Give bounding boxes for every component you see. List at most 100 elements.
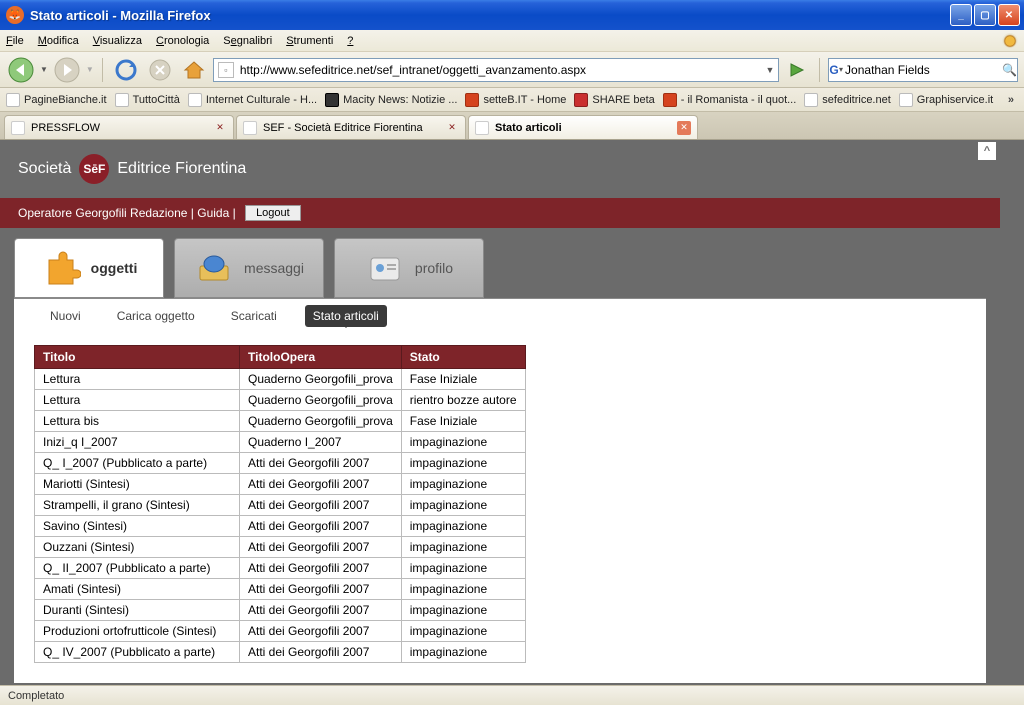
table-row[interactable]: Amati (Sintesi)Atti dei Georgofili 2007i… [35,579,526,600]
table-row[interactable]: Q_ IV_2007 (Pubblicato a parte)Atti dei … [35,642,526,663]
close-button[interactable]: ✕ [998,4,1020,26]
table-cell: Inizi_q I_2007 [35,432,240,453]
back-dropdown[interactable]: ▼ [40,65,48,74]
bookmark-item[interactable]: Graphiservice.it [899,93,993,107]
bookmarks-overflow[interactable]: » [1004,94,1018,106]
bookmark-icon [899,93,913,107]
browser-tab[interactable]: Stato articoli ✕ [468,115,698,139]
brand-text-post: Editrice Fiorentina [117,160,246,178]
tab-oggetti[interactable]: oggetti [14,238,164,298]
menu-modifica[interactable]: Modifica [38,35,79,47]
table-cell: impaginazione [401,558,525,579]
bookmark-item[interactable]: sefeditrice.net [804,93,890,107]
home-button[interactable] [179,56,209,84]
table-cell: impaginazione [401,516,525,537]
bookmark-item[interactable]: - il Romanista - il quot... [663,93,797,107]
page-viewport[interactable]: ^ Società SēF Editrice Fiorentina Operat… [0,140,1024,685]
bookmark-icon [465,93,479,107]
table-cell: Lettura [35,369,240,390]
tab-close-icon[interactable]: ✕ [213,121,227,135]
table-row[interactable]: Savino (Sintesi)Atti dei Georgofili 2007… [35,516,526,537]
guide-link[interactable]: Guida [197,206,229,220]
bookmark-item[interactable]: setteB.IT - Home [465,93,566,107]
subtab-nuovi[interactable]: Nuovi [42,305,89,327]
search-input[interactable] [843,61,1002,79]
bookmark-item[interactable]: SHARE beta [574,93,654,107]
minimize-button[interactable]: _ [950,4,972,26]
maximize-button[interactable]: ▢ [974,4,996,26]
menu-help[interactable]: ? [347,35,353,47]
menu-segnalibri[interactable]: Segnalibri [223,35,272,47]
table-cell: Savino (Sintesi) [35,516,240,537]
table-row[interactable]: Produzioni ortofrutticole (Sintesi)Atti … [35,621,526,642]
stop-button[interactable] [145,56,175,84]
search-engine-icon[interactable]: G [829,63,839,77]
tab-label: profilo [415,260,453,276]
table-cell: Atti dei Georgofili 2007 [240,516,402,537]
tab-favicon [475,121,489,135]
scroll-up-icon[interactable]: ^ [978,142,996,160]
table-row[interactable]: Q_ II_2007 (Pubblicato a parte)Atti dei … [35,558,526,579]
id-card-icon [365,248,405,288]
tab-close-icon[interactable]: ✕ [677,121,691,135]
back-button[interactable] [6,56,36,84]
forward-button[interactable] [52,56,82,84]
search-go-icon[interactable]: 🔍 [1002,63,1017,77]
table-row[interactable]: LetturaQuaderno Georgofili_provaFase Ini… [35,369,526,390]
table-cell: Produzioni ortofrutticole (Sintesi) [35,621,240,642]
window-titlebar: 🦊 Stato articoli - Mozilla Firefox _ ▢ ✕ [0,0,1024,30]
tab-favicon [11,121,25,135]
mailbox-icon [194,248,234,288]
bookmark-icon [115,93,129,107]
bookmark-item[interactable]: Internet Culturale - H... [188,93,317,107]
col-stato: Stato [401,346,525,369]
bookmarks-toolbar: PagineBianche.it TuttoCittà Internet Cul… [0,88,1024,112]
status-text: Completato [8,690,64,702]
tab-label: oggetti [91,260,138,276]
table-row[interactable]: Mariotti (Sintesi)Atti dei Georgofili 20… [35,474,526,495]
bookmark-icon [663,93,677,107]
reload-button[interactable] [111,56,141,84]
tab-messaggi[interactable]: messaggi [174,238,324,298]
tab-profilo[interactable]: profilo [334,238,484,298]
tab-favicon [243,121,257,135]
tab-close-icon[interactable]: ✕ [445,121,459,135]
url-bar[interactable]: ▫ ▼ [213,58,779,82]
table-cell: Quaderno Georgofili_prova [240,369,402,390]
browser-tab[interactable]: PRESSFLOW ✕ [4,115,234,139]
table-cell: impaginazione [401,495,525,516]
menu-cronologia[interactable]: Cronologia [156,35,209,47]
go-button[interactable] [787,60,807,80]
table-cell: Ouzzani (Sintesi) [35,537,240,558]
table-cell: Atti dei Georgofili 2007 [240,453,402,474]
search-box[interactable]: G ▾ 🔍 [828,58,1018,82]
browser-tab[interactable]: SEF - Società Editrice Fiorentina ✕ [236,115,466,139]
table-row[interactable]: Inizi_q I_2007Quaderno I_2007impaginazio… [35,432,526,453]
table-row[interactable]: Lettura bisQuaderno Georgofili_provaFase… [35,411,526,432]
bookmark-icon [188,93,202,107]
table-row[interactable]: Strampelli, il grano (Sintesi)Atti dei G… [35,495,526,516]
bookmark-item[interactable]: PagineBianche.it [6,93,107,107]
forward-dropdown[interactable]: ▼ [86,65,94,74]
subtab-carica[interactable]: Carica oggetto [109,305,203,327]
subtab-scaricati[interactable]: Scaricati [223,305,285,327]
table-cell: impaginazione [401,453,525,474]
table-row[interactable]: LetturaQuaderno Georgofili_provarientro … [35,390,526,411]
menu-visualizza[interactable]: Visualizza [93,35,142,47]
table-row[interactable]: Ouzzani (Sintesi)Atti dei Georgofili 200… [35,537,526,558]
table-cell: Quaderno I_2007 [240,432,402,453]
bookmark-item[interactable]: Macity News: Notizie ... [325,93,457,107]
url-input[interactable] [238,61,762,79]
brand-logo: SēF [79,154,109,184]
table-row[interactable]: Duranti (Sintesi)Atti dei Georgofili 200… [35,600,526,621]
logout-button[interactable]: Logout [245,205,301,221]
bookmark-icon [804,93,818,107]
table-row[interactable]: Q_ I_2007 (Pubblicato a parte)Atti dei G… [35,453,526,474]
menu-file[interactable]: File [6,35,24,47]
table-cell: Atti dei Georgofili 2007 [240,537,402,558]
url-dropdown[interactable]: ▼ [762,65,778,75]
subtab-stato-articoli[interactable]: Stato articoli [305,305,387,327]
bookmark-item[interactable]: TuttoCittà [115,93,180,107]
page-favicon: ▫ [218,62,234,78]
menu-strumenti[interactable]: Strumenti [286,35,333,47]
